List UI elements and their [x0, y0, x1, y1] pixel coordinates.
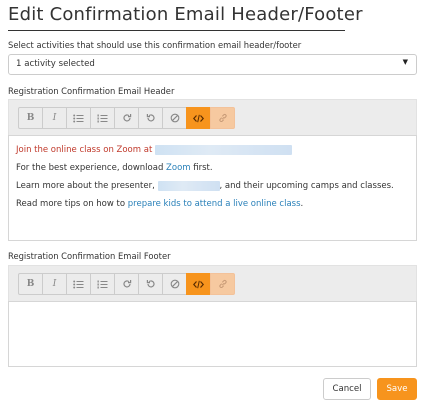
- redacted-presenter-name: [157, 180, 220, 191]
- footer-bold-button[interactable]: B: [18, 273, 43, 295]
- bold-icon: B: [26, 279, 35, 289]
- footer-bulleted-list-button[interactable]: [66, 273, 91, 295]
- redacted-zoom-link: [154, 144, 292, 155]
- save-button[interactable]: Save: [377, 378, 417, 400]
- cancel-button[interactable]: Cancel: [323, 378, 371, 400]
- code-view-icon: [193, 114, 204, 122]
- footer-editor-content[interactable]: [8, 301, 417, 367]
- header-editor-toolbar: B I: [8, 99, 417, 135]
- footer-editor-toolbar: B I: [8, 265, 417, 301]
- dialog-title: Edit Confirmation Email Header/Footer: [8, 4, 363, 31]
- header-bold-button[interactable]: B: [18, 107, 43, 129]
- tips-line: Read more tips on how to prepare kids to…: [16, 199, 304, 209]
- clear-format-icon: [170, 279, 179, 289]
- header-editor-label: Registration Confirmation Email Header: [8, 86, 175, 96]
- header-toolbar-format-group: B I: [18, 107, 235, 129]
- footer-toolbar-format-group: B I: [18, 273, 235, 295]
- footer-link-button[interactable]: [210, 273, 235, 295]
- header-undo-button[interactable]: [138, 107, 163, 129]
- bulleted-list-icon: [73, 280, 84, 288]
- caret-down-icon: ▼: [402, 58, 408, 66]
- footer-numbered-list-button[interactable]: [90, 273, 115, 295]
- download-zoom-line: For the best experience, download Zoom f…: [16, 163, 213, 173]
- header-clear-format-button[interactable]: [162, 107, 187, 129]
- italic-icon: I: [52, 279, 57, 289]
- footer-code-view-button[interactable]: [186, 273, 211, 295]
- undo-icon: [146, 280, 155, 288]
- footer-clear-format-button[interactable]: [162, 273, 187, 295]
- prepare-kids-link[interactable]: prepare kids to attend a live online cla…: [128, 199, 301, 209]
- header-bulleted-list-button[interactable]: [66, 107, 91, 129]
- presenter-line: Learn more about the presenter, , and th…: [16, 180, 394, 191]
- header-redo-button[interactable]: [114, 107, 139, 129]
- link-icon: [218, 114, 227, 122]
- redo-icon: [122, 280, 131, 288]
- header-editor-content[interactable]: Join the online class on Zoom at For the…: [8, 135, 417, 241]
- header-link-button[interactable]: [210, 107, 235, 129]
- link-icon: [218, 280, 227, 288]
- header-code-view-button[interactable]: [186, 107, 211, 129]
- activities-select-value: 1 activity selected: [16, 59, 95, 69]
- clear-format-icon: [170, 113, 179, 123]
- zoom-join-line: Join the online class on Zoom at: [16, 144, 409, 156]
- undo-icon: [146, 114, 155, 122]
- footer-italic-button[interactable]: I: [42, 273, 67, 295]
- bold-icon: B: [26, 113, 35, 123]
- activities-label: Select activities that should use this c…: [8, 40, 302, 50]
- footer-editor-label: Registration Confirmation Email Footer: [8, 251, 171, 261]
- bulleted-list-icon: [73, 114, 84, 122]
- numbered-list-icon: [97, 114, 108, 122]
- activities-select[interactable]: 1 activity selected ▼: [8, 54, 417, 75]
- header-italic-button[interactable]: I: [42, 107, 67, 129]
- footer-redo-button[interactable]: [114, 273, 139, 295]
- zoom-download-link[interactable]: Zoom: [166, 163, 191, 173]
- footer-undo-button[interactable]: [138, 273, 163, 295]
- italic-icon: I: [52, 113, 57, 123]
- redo-icon: [122, 114, 131, 122]
- header-numbered-list-button[interactable]: [90, 107, 115, 129]
- code-view-icon: [193, 280, 204, 288]
- numbered-list-icon: [97, 280, 108, 288]
